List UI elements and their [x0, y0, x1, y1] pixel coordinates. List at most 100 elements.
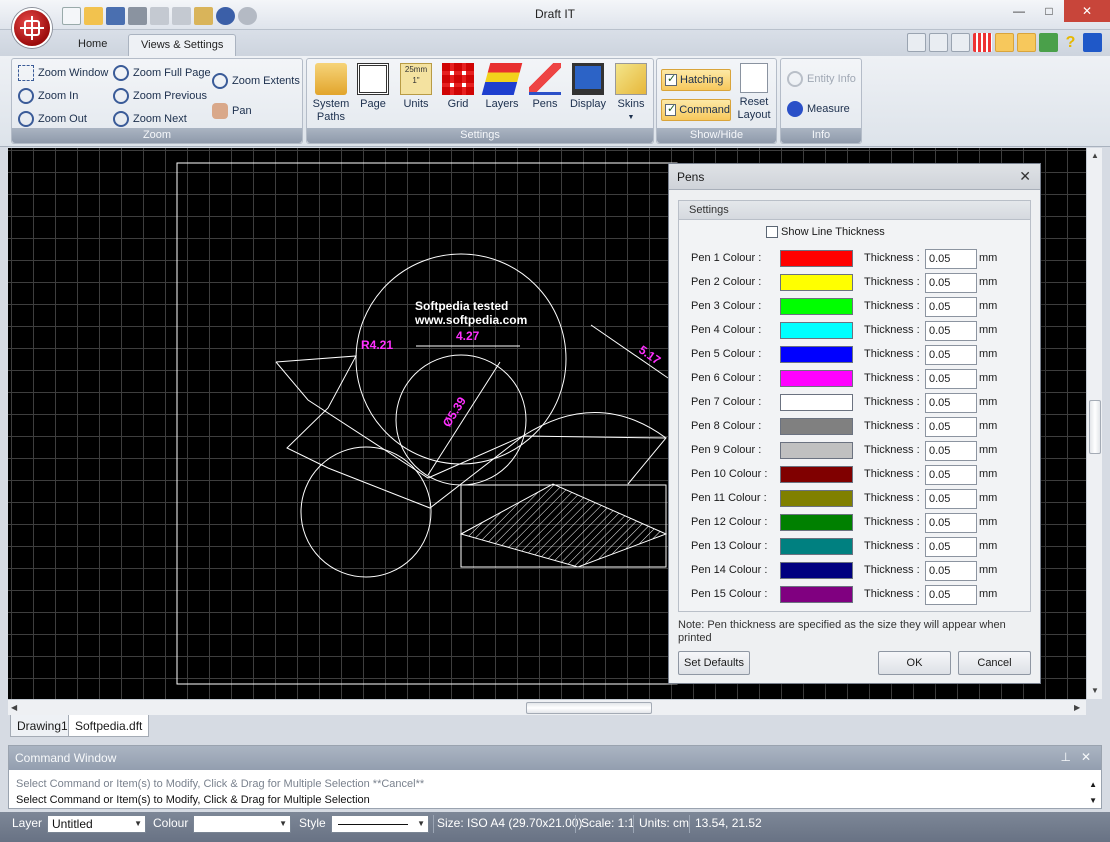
- reset-layout-button[interactable]: Reset Layout: [735, 63, 773, 122]
- thickness-input[interactable]: 0.05: [925, 345, 977, 365]
- pen-colour-swatch[interactable]: [780, 538, 853, 555]
- pen-colour-swatch[interactable]: [780, 322, 853, 339]
- command-checkbox[interactable]: [665, 102, 676, 116]
- pen-colour-swatch[interactable]: [780, 490, 853, 507]
- zoom-next-button[interactable]: Zoom Next: [113, 109, 187, 129]
- hatching-checkbox[interactable]: [665, 72, 677, 86]
- vertical-scroll-thumb[interactable]: [1089, 400, 1101, 454]
- zoom-full-page-button[interactable]: Zoom Full Page: [113, 63, 211, 83]
- command-scroll-up-icon[interactable]: ▲: [1089, 780, 1097, 789]
- scroll-down-arrow-icon[interactable]: ▼: [1091, 686, 1099, 695]
- thickness-input[interactable]: 0.05: [925, 513, 977, 533]
- horizontal-scroll-thumb[interactable]: [526, 702, 652, 714]
- pen-colour-swatch[interactable]: [780, 394, 853, 411]
- thickness-input[interactable]: 0.05: [925, 561, 977, 581]
- zoom-previous-button[interactable]: Zoom Previous: [113, 86, 207, 106]
- open-folder-icon[interactable]: [84, 7, 103, 25]
- zoom-in-icon[interactable]: [929, 33, 948, 52]
- zoom-window-button[interactable]: Zoom Window: [18, 63, 108, 83]
- tab-home[interactable]: Home: [66, 34, 119, 56]
- grid-button[interactable]: Grid: [436, 63, 480, 111]
- pan-button[interactable]: Pan: [212, 101, 252, 121]
- doc-tab-drawing1[interactable]: Drawing1: [10, 715, 75, 737]
- pen-colour-swatch[interactable]: [780, 298, 853, 315]
- minimize-button[interactable]: —: [1004, 0, 1034, 22]
- help-icon[interactable]: ?: [1061, 33, 1080, 52]
- measure-button[interactable]: Measure: [787, 99, 850, 119]
- pens-button[interactable]: Pens: [523, 63, 567, 111]
- ruler-icon[interactable]: [1017, 33, 1036, 52]
- thickness-input[interactable]: 0.05: [925, 369, 977, 389]
- thickness-input[interactable]: 0.05: [925, 489, 977, 509]
- close-button[interactable]: ✕: [1064, 0, 1110, 22]
- command-current-line[interactable]: Select Command or Item(s) to Modify, Cli…: [16, 794, 370, 806]
- cancel-button[interactable]: Cancel: [958, 651, 1031, 675]
- style-select[interactable]: ▼: [331, 815, 429, 833]
- print-icon[interactable]: [128, 7, 147, 25]
- tab-views-settings[interactable]: Views & Settings: [128, 34, 237, 56]
- pin-icon[interactable]: ⊥: [1061, 750, 1071, 764]
- layer-select[interactable]: Untitled ▼: [47, 815, 146, 833]
- scroll-left-arrow-icon[interactable]: ◀: [11, 703, 17, 712]
- close-icon[interactable]: ✕: [1081, 750, 1091, 764]
- thickness-input[interactable]: 0.05: [925, 321, 977, 341]
- pen-colour-swatch[interactable]: [780, 370, 853, 387]
- thickness-input[interactable]: 0.05: [925, 273, 977, 293]
- copy-icon[interactable]: [172, 7, 191, 25]
- pen-colour-swatch[interactable]: [780, 250, 853, 267]
- command-scroll-down-icon[interactable]: ▼: [1089, 796, 1097, 805]
- grid-icon[interactable]: [973, 33, 992, 52]
- scroll-right-arrow-icon[interactable]: ▶: [1074, 703, 1080, 712]
- ok-button[interactable]: OK: [878, 651, 951, 675]
- thickness-input[interactable]: 0.05: [925, 249, 977, 269]
- maximize-button[interactable]: □: [1034, 0, 1064, 22]
- zoom-extents-button[interactable]: Zoom Extents: [212, 71, 300, 91]
- pen-colour-swatch[interactable]: [780, 274, 853, 291]
- thickness-input[interactable]: 0.05: [925, 297, 977, 317]
- horizontal-scrollbar[interactable]: ◀ ▶: [8, 699, 1086, 715]
- pen-colour-swatch[interactable]: [780, 586, 853, 603]
- zoom-window-icon[interactable]: [907, 33, 926, 52]
- colour-select[interactable]: ▼: [193, 815, 291, 833]
- pen-colour-swatch[interactable]: [780, 418, 853, 435]
- pen-colour-swatch[interactable]: [780, 466, 853, 483]
- command-toggle[interactable]: Command: [661, 99, 731, 121]
- pen-colour-swatch[interactable]: [780, 514, 853, 531]
- paste-icon[interactable]: [194, 7, 213, 25]
- hatching-toggle[interactable]: Hatching: [661, 69, 731, 91]
- vertical-scrollbar[interactable]: ▲ ▼: [1086, 148, 1102, 699]
- pen-colour-swatch[interactable]: [780, 562, 853, 579]
- show-line-thickness-option[interactable]: Show Line Thickness: [766, 226, 885, 238]
- show-line-thickness-checkbox[interactable]: [766, 226, 778, 238]
- thickness-input[interactable]: 0.05: [925, 537, 977, 557]
- skins-button[interactable]: Skins ▼: [609, 63, 653, 124]
- display-button[interactable]: Display: [566, 63, 610, 111]
- layers-button[interactable]: Layers: [480, 63, 524, 111]
- doc-tab-softpedia[interactable]: Softpedia.dft: [68, 715, 150, 737]
- scroll-up-arrow-icon[interactable]: ▲: [1091, 151, 1099, 160]
- snap-icon[interactable]: [995, 33, 1014, 52]
- page-button[interactable]: Page: [351, 63, 395, 111]
- thickness-input[interactable]: 0.05: [925, 417, 977, 437]
- thickness-input[interactable]: 0.05: [925, 393, 977, 413]
- zoom-out-button[interactable]: Zoom Out: [18, 109, 87, 129]
- application-menu-button[interactable]: [12, 8, 52, 48]
- save-icon[interactable]: [106, 7, 125, 25]
- thickness-input[interactable]: 0.05: [925, 441, 977, 461]
- new-file-icon[interactable]: [62, 7, 81, 25]
- info-icon[interactable]: [1083, 33, 1102, 52]
- thickness-input[interactable]: 0.05: [925, 585, 977, 605]
- zoom-in-button[interactable]: Zoom In: [18, 86, 78, 106]
- zoom-extents-icon[interactable]: [951, 33, 970, 52]
- set-defaults-button[interactable]: Set Defaults: [678, 651, 750, 675]
- pen-colour-swatch[interactable]: [780, 442, 853, 459]
- entity-info-button[interactable]: Entity Info: [787, 69, 856, 89]
- redo-icon[interactable]: [238, 7, 257, 25]
- undo-icon[interactable]: [216, 7, 235, 25]
- cut-icon[interactable]: [150, 7, 169, 25]
- thickness-input[interactable]: 0.05: [925, 465, 977, 485]
- units-button[interactable]: 25mm 1" Units: [394, 63, 438, 111]
- pen-colour-swatch[interactable]: [780, 346, 853, 363]
- system-paths-button[interactable]: System Paths: [309, 63, 353, 124]
- customize-qat-icon[interactable]: [260, 7, 270, 25]
